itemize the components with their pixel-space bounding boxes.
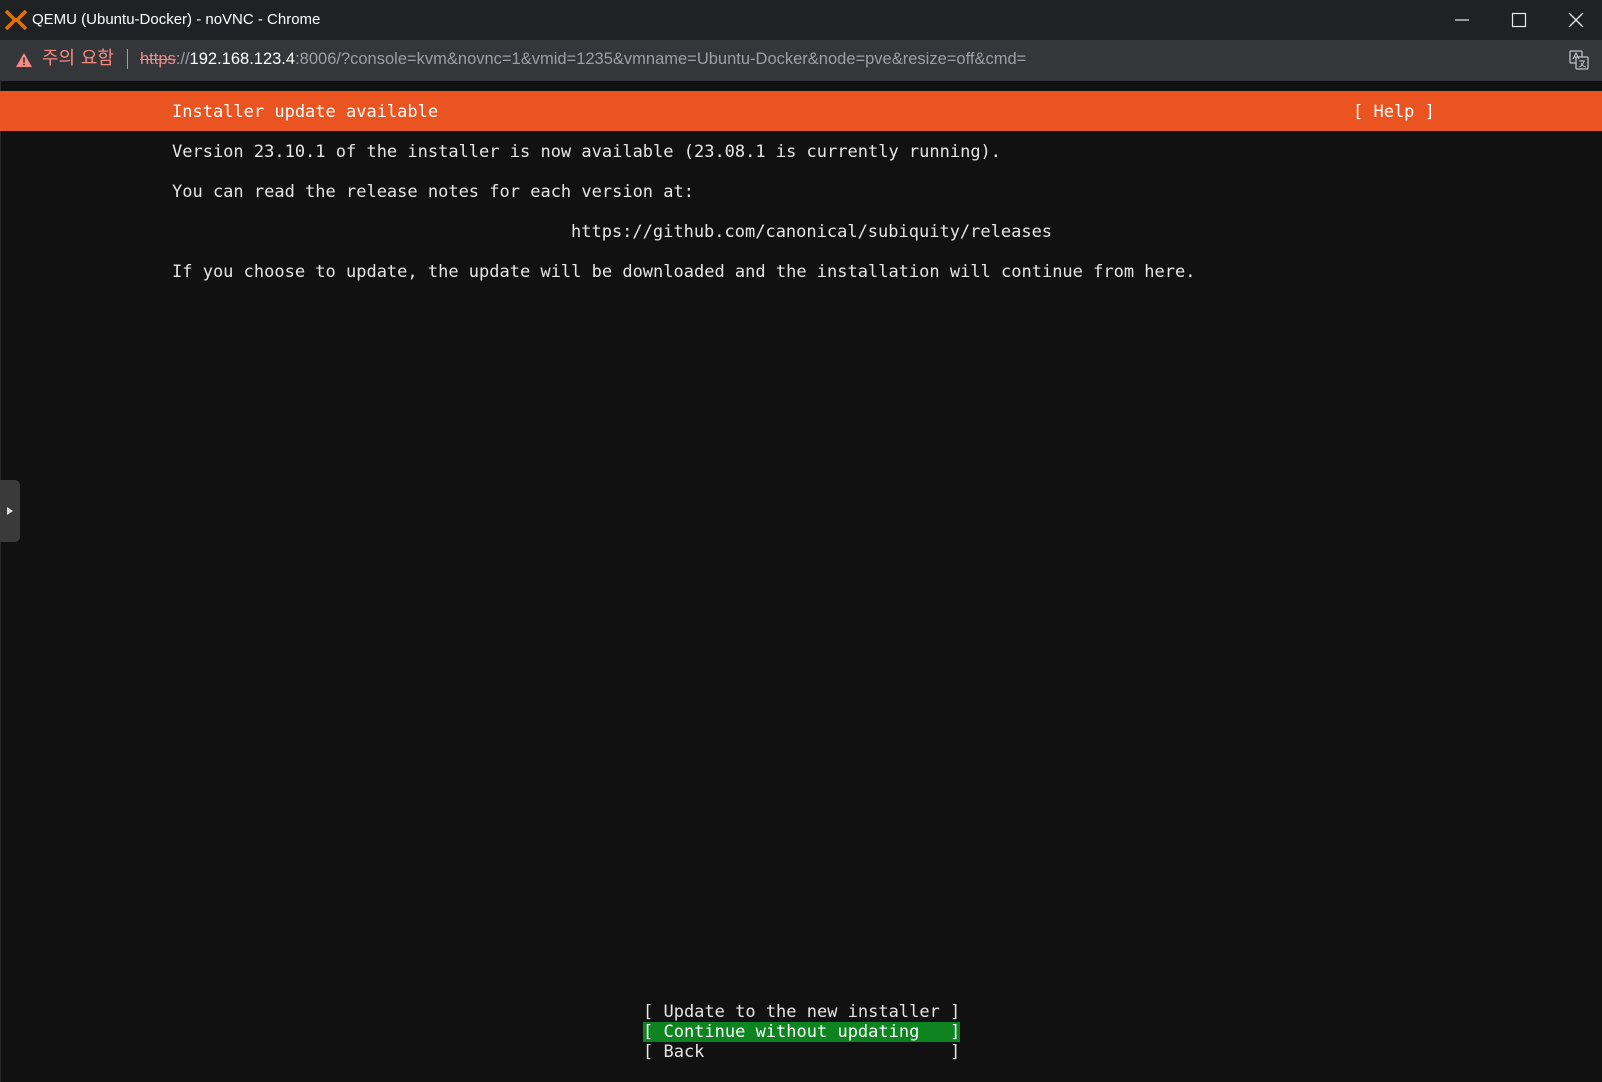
warning-icon bbox=[16, 53, 32, 67]
continue-without-updating-button[interactable]: [ Continue without updating ] bbox=[643, 1022, 961, 1042]
window-titlebar: QEMU (Ubuntu-Docker) - noVNC - Chrome bbox=[0, 0, 1602, 40]
url-separator: :// bbox=[175, 50, 190, 68]
back-button[interactable]: [ Back ] bbox=[643, 1042, 960, 1062]
close-icon bbox=[1568, 12, 1584, 28]
release-notes-text: You can read the release notes for each … bbox=[172, 182, 694, 202]
window-title: QEMU (Ubuntu-Docker) - noVNC - Chrome bbox=[32, 11, 321, 28]
url-scheme: https bbox=[140, 50, 176, 68]
minimize-button[interactable] bbox=[1434, 0, 1490, 40]
maximize-button[interactable] bbox=[1491, 0, 1547, 40]
update-explanation-text: If you choose to update, the update will… bbox=[172, 262, 1196, 282]
translate-icon[interactable] bbox=[1569, 50, 1589, 70]
help-button[interactable]: [ Help ] bbox=[1353, 102, 1435, 122]
version-info-text: Version 23.10.1 of the installer is now … bbox=[172, 142, 1002, 162]
url-divider bbox=[127, 49, 128, 69]
close-button[interactable] bbox=[1548, 0, 1602, 40]
app-logo-icon bbox=[4, 9, 28, 31]
screen-edge bbox=[0, 81, 1, 1082]
update-installer-button[interactable]: [ Update to the new installer ] bbox=[643, 1002, 960, 1022]
novnc-sidebar-handle[interactable] bbox=[0, 480, 20, 542]
url-path: :8006/?console=kvm&novnc=1&vmid=1235&vmn… bbox=[295, 50, 1027, 68]
security-warning-label[interactable]: 주의 요함 bbox=[42, 48, 114, 70]
minimize-icon bbox=[1455, 19, 1469, 21]
release-notes-url: https://github.com/canonical/subiquity/r… bbox=[571, 222, 1053, 242]
url-text[interactable]: https://192.168.123.4:8006/?console=kvm&… bbox=[140, 49, 1026, 69]
installer-header-title: Installer update available bbox=[172, 102, 439, 122]
url-host: 192.168.123.4 bbox=[189, 50, 296, 68]
expand-arrow-icon bbox=[7, 507, 13, 515]
maximize-icon bbox=[1511, 12, 1527, 28]
